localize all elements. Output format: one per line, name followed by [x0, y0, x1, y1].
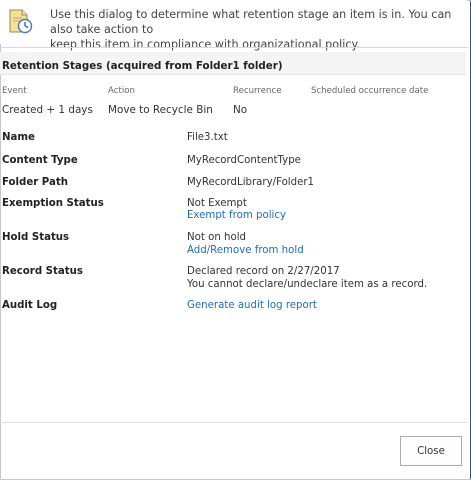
intro-line-1: Use this dialog to determine what retent…: [50, 8, 452, 36]
folder-path-label: Folder Path: [2, 177, 68, 188]
intro-divider: [0, 47, 468, 48]
audit-log-label: Audit Log: [2, 300, 58, 311]
retention-cell-event: Created + 1 days: [2, 104, 93, 116]
folder-path-value: MyRecordLibrary/Folder1: [187, 177, 315, 188]
retention-title: Retention Stages (acquired from Folder1 …: [2, 60, 283, 72]
retention-cell-recurrence: No: [233, 104, 248, 116]
add-remove-hold-link[interactable]: Add/Remove from hold: [187, 245, 304, 256]
hold-status-value: Not on hold: [187, 232, 247, 243]
intro-text: Use this dialog to determine what retent…: [50, 7, 460, 52]
column-header-recurrence: Recurrence: [233, 86, 282, 96]
document-clock-icon: [9, 9, 33, 34]
intro-section: Use this dialog to determine what retent…: [0, 0, 467, 51]
close-button[interactable]: Close: [400, 436, 462, 466]
content-type-value: MyRecordContentType: [187, 155, 301, 166]
exemption-status-value: Not Exempt: [187, 198, 247, 209]
record-status-value: Declared record on 2/27/2017: [187, 266, 340, 277]
content-type-label: Content Type: [2, 155, 78, 166]
record-status-note: You cannot declare/undeclare item as a r…: [187, 279, 428, 290]
hold-status-label: Hold Status: [2, 232, 70, 243]
column-header-scheduled-date: Scheduled occurrence date: [311, 86, 429, 96]
record-status-label: Record Status: [2, 266, 83, 277]
footer-divider: [0, 422, 468, 423]
name-value: File3.txt: [187, 132, 228, 143]
name-label: Name: [2, 132, 35, 143]
exemption-status-label: Exemption Status: [2, 198, 104, 209]
generate-audit-log-link[interactable]: Generate audit log report: [187, 300, 317, 311]
intro-line-2: keep this item in compliance with organi…: [50, 38, 361, 51]
exempt-from-policy-link[interactable]: Exempt from policy: [187, 210, 286, 221]
column-header-action: Action: [108, 86, 135, 96]
column-header-event: Event: [2, 86, 27, 96]
retention-cell-action: Move to Recycle Bin: [108, 104, 213, 116]
